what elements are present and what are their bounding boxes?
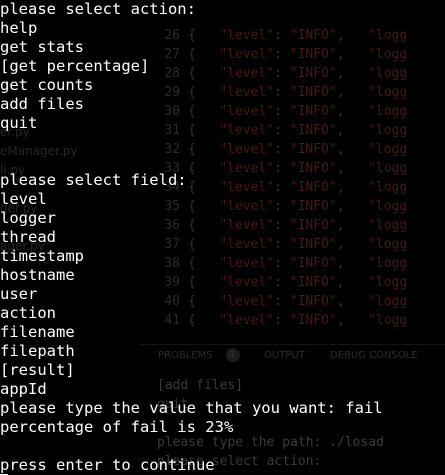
terminal-window[interactable]: please select action: help get stats [ge… bbox=[0, 0, 445, 475]
terminal-line: get stats bbox=[0, 38, 84, 56]
terminal-line: add files bbox=[0, 95, 84, 113]
terminal-line: logger bbox=[0, 209, 56, 227]
terminal-line: press enter to continue bbox=[0, 456, 215, 474]
terminal-line: help bbox=[0, 19, 38, 37]
terminal-line: filename bbox=[0, 323, 75, 341]
terminal-line: please select field: bbox=[0, 171, 187, 189]
terminal-line: filepath bbox=[0, 342, 75, 360]
terminal-line: percentage of fail is 23% bbox=[0, 418, 234, 436]
terminal-line: [get percentage] bbox=[0, 57, 150, 75]
terminal-line: hostname bbox=[0, 266, 75, 284]
terminal-line: get counts bbox=[0, 76, 94, 94]
terminal-line: thread bbox=[0, 228, 56, 246]
terminal-line: please type the value that you want: fai… bbox=[0, 399, 383, 417]
terminal-line: please select action: bbox=[0, 0, 196, 18]
terminal-line: appId bbox=[0, 380, 47, 398]
terminal-line: user bbox=[0, 285, 38, 303]
terminal-line: quit bbox=[0, 114, 38, 132]
terminal-line: level bbox=[0, 190, 47, 208]
terminal-line: [result] bbox=[0, 361, 75, 379]
terminal-line: timestamp bbox=[0, 247, 84, 265]
terminal-line: action bbox=[0, 304, 56, 322]
